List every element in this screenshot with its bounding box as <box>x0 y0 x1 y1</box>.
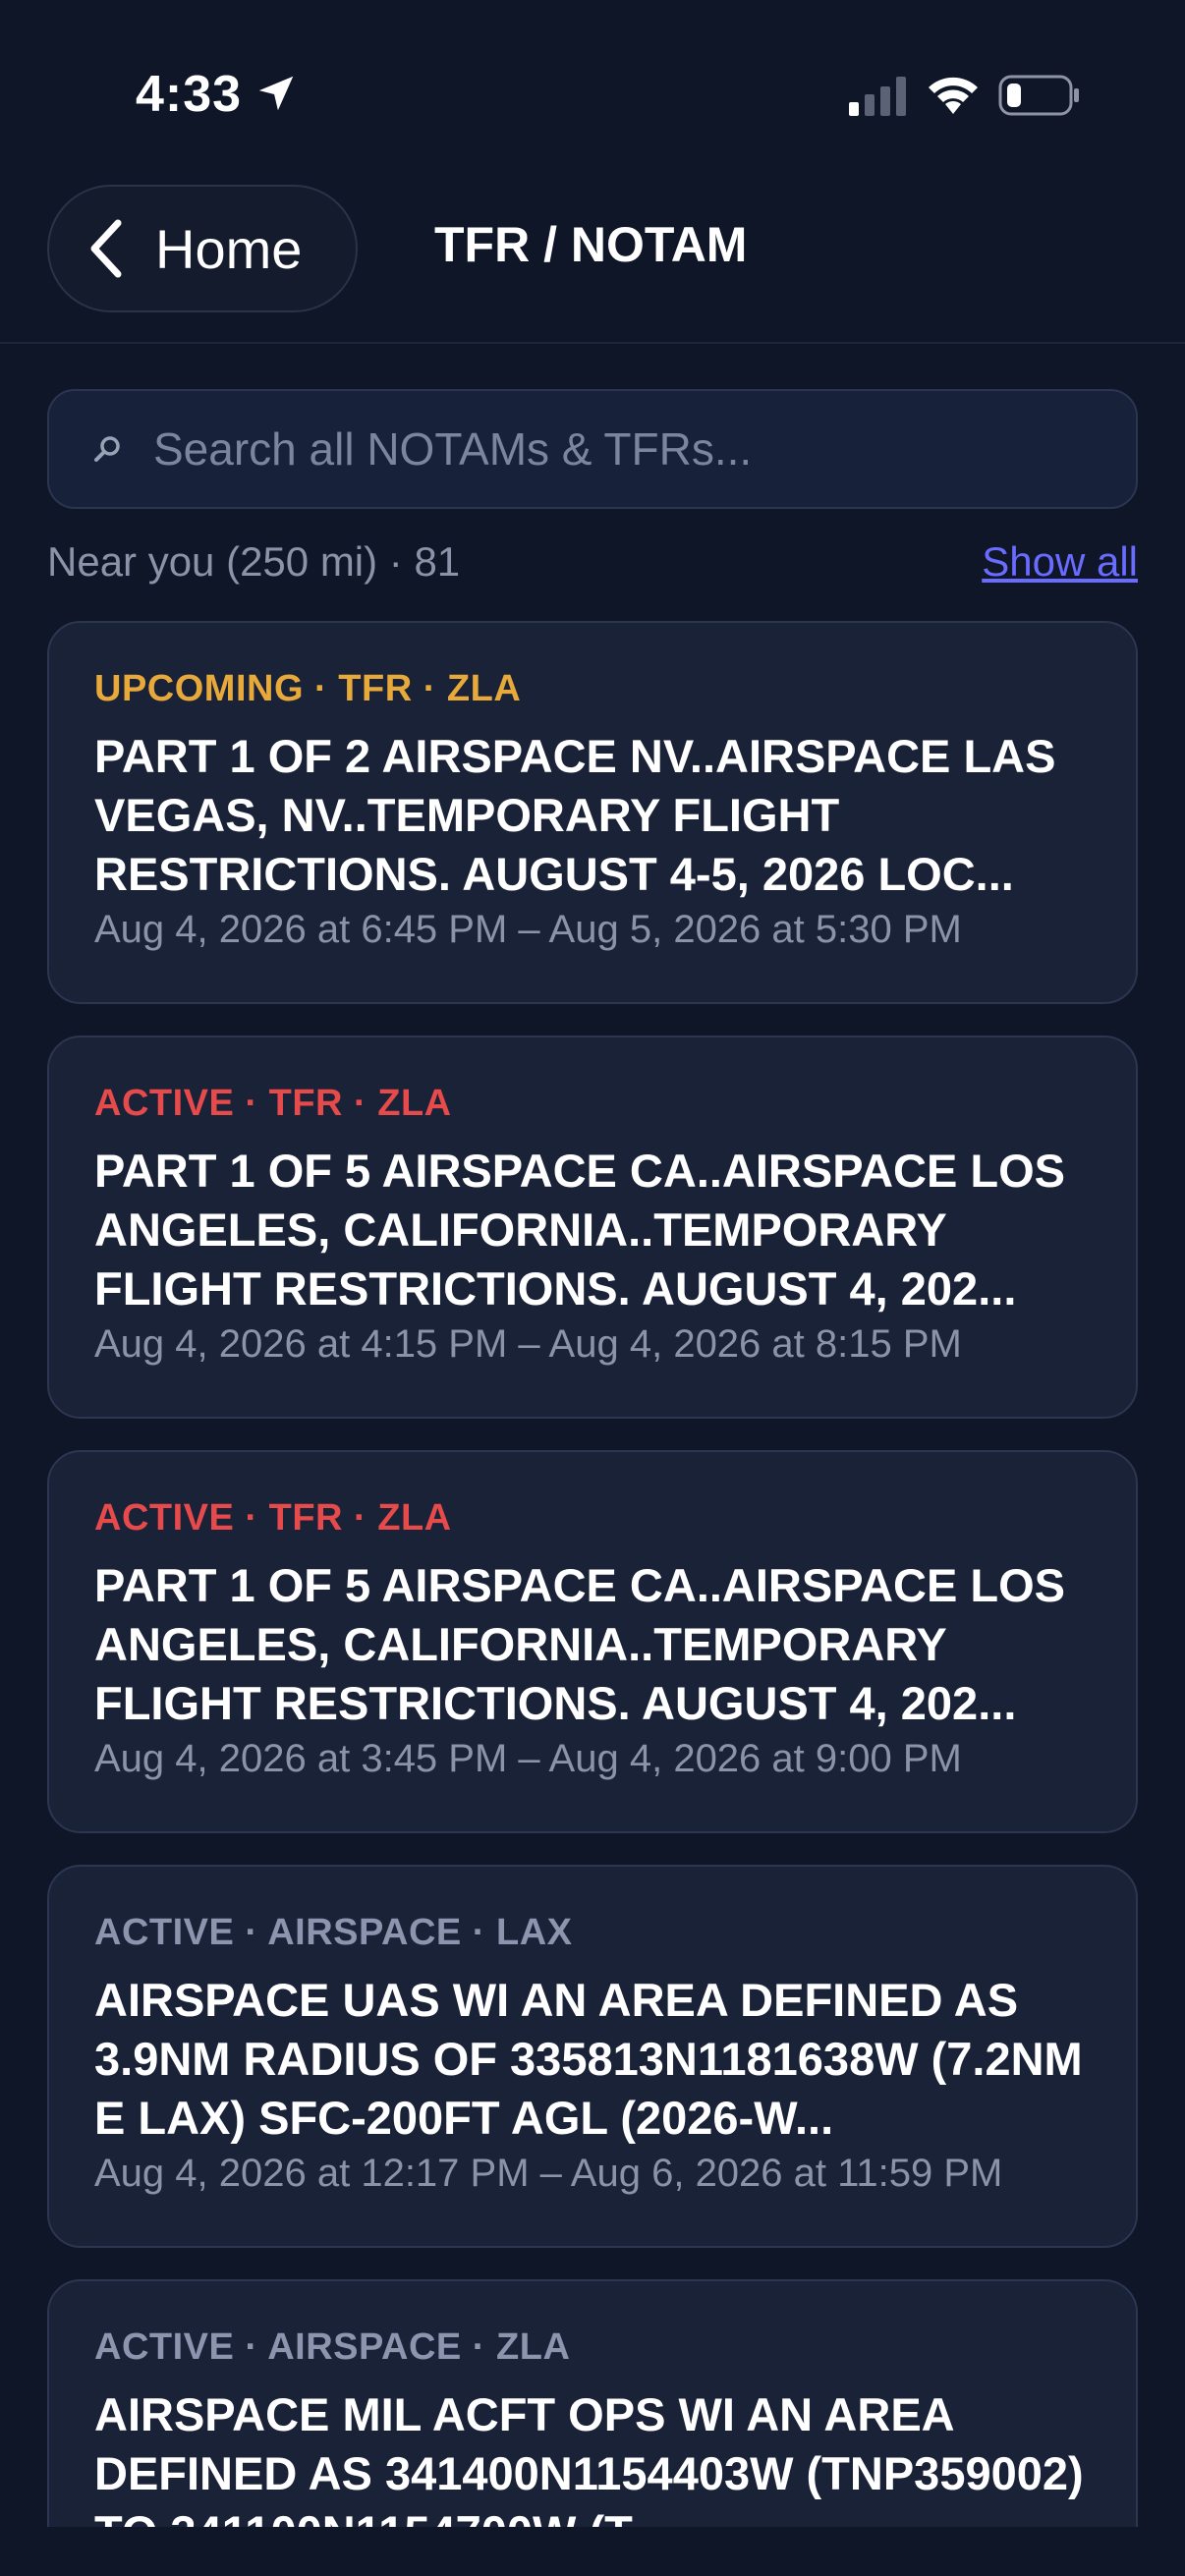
status-time: 4:33 <box>136 66 243 123</box>
location-arrow-icon <box>258 76 294 111</box>
status-bar: 4:33 <box>0 0 1185 167</box>
notam-title: PART 1 OF 5 AIRSPACE CA..AIRSPACE LOS AN… <box>94 1144 1065 1315</box>
chevron-left-icon <box>90 219 122 278</box>
notam-card[interactable]: ACTIVE · AIRSPACE · LAX AIRSPACE UAS WI … <box>47 1865 1138 2248</box>
cellular-signal-icon <box>849 77 906 116</box>
search-bar[interactable] <box>47 389 1138 509</box>
notam-title: PART 1 OF 5 AIRSPACE CA..AIRSPACE LOS AN… <box>94 1558 1065 1729</box>
back-home-button[interactable]: Home <box>47 185 358 312</box>
notam-title: AIRSPACE UAS WI AN AREA DEFINED AS 3.9NM… <box>94 1973 1083 2144</box>
page-title: TFR / NOTAM <box>434 217 748 272</box>
notam-card[interactable]: ACTIVE · TFR · ZLA PART 1 OF 5 AIRSPACE … <box>47 1036 1138 1419</box>
notam-status-meta: UPCOMING · TFR · ZLA <box>94 668 522 709</box>
notam-time-range: Aug 4, 2026 at 12:17 PM – Aug 6, 2026 at… <box>94 2151 1003 2195</box>
notam-list[interactable]: UPCOMING · TFR · ZLA PART 1 OF 2 AIRSPAC… <box>47 621 1138 2527</box>
notam-title: PART 1 OF 2 AIRSPACE NV..AIRSPACE LAS VE… <box>94 729 1056 900</box>
notam-card[interactable]: UPCOMING · TFR · ZLA PART 1 OF 2 AIRSPAC… <box>47 621 1138 1004</box>
notam-time-range: Aug 4, 2026 at 6:45 PM – Aug 5, 2026 at … <box>94 907 962 951</box>
notam-title: AIRSPACE MIL ACFT OPS WI AN AREA DEFINED… <box>94 2387 1084 2528</box>
navigation-bar: Home TFR / NOTAM <box>0 167 1185 344</box>
notam-status-meta: ACTIVE · AIRSPACE · ZLA <box>94 2326 571 2368</box>
notam-time-range: Aug 4, 2026 at 4:15 PM – Aug 4, 2026 at … <box>94 1321 962 1366</box>
battery-icon <box>998 75 1079 116</box>
screen: 4:33 Home TFR / NOTAM Search all NOTAMs … <box>0 0 1185 2576</box>
show-all-link[interactable]: Show all <box>982 538 1138 586</box>
notam-status-meta: ACTIVE · AIRSPACE · LAX <box>94 1912 573 1953</box>
search-icon <box>94 436 120 462</box>
notam-card[interactable]: ACTIVE · AIRSPACE · ZLA AIRSPACE MIL ACF… <box>47 2279 1138 2527</box>
notam-status-meta: ACTIVE · TFR · ZLA <box>94 1497 452 1539</box>
search-input[interactable] <box>153 422 1116 476</box>
nearby-count-label: Near you (250 mi) · 81 <box>47 538 461 585</box>
notam-card[interactable]: ACTIVE · TFR · ZLA PART 1 OF 5 AIRSPACE … <box>47 1450 1138 1833</box>
nearby-summary-row: Near you (250 mi) · 81 Show all <box>47 538 1138 597</box>
notam-status-meta: ACTIVE · TFR · ZLA <box>94 1083 452 1124</box>
notam-time-range: Aug 4, 2026 at 3:45 PM – Aug 4, 2026 at … <box>94 1736 962 1780</box>
wifi-icon <box>929 77 978 114</box>
back-button-label: Home <box>155 217 303 280</box>
bottom-safe-area <box>0 2527 1185 2576</box>
